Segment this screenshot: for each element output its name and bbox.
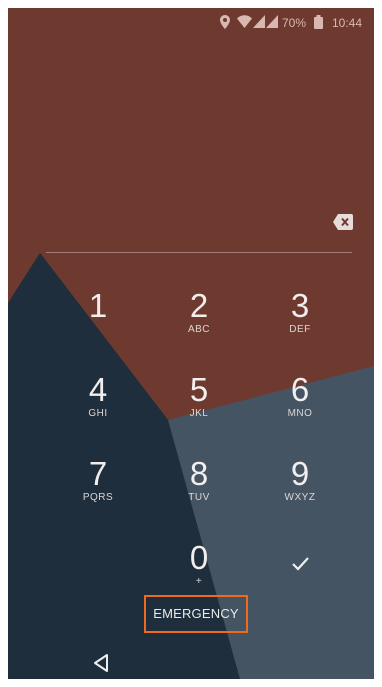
key-letters: WXYZ bbox=[284, 492, 316, 503]
key-4[interactable]: 4 GHI bbox=[48, 372, 148, 444]
key-digit: 9 bbox=[290, 455, 310, 492]
key-letters: TUV bbox=[188, 492, 210, 503]
pin-entry-underline[interactable] bbox=[46, 252, 352, 253]
cell-signal-icon bbox=[253, 15, 265, 31]
key-1[interactable]: 1 bbox=[48, 288, 148, 360]
key-7[interactable]: 7 PQRS bbox=[48, 456, 148, 528]
location-pin-icon bbox=[220, 15, 230, 31]
key-digit: 6 bbox=[290, 371, 310, 408]
key-letters: ABC bbox=[187, 324, 211, 335]
key-digit: 7 bbox=[88, 455, 108, 492]
key-8[interactable]: 8 TUV bbox=[149, 456, 249, 528]
key-digit: 2 bbox=[189, 287, 209, 324]
key-9[interactable]: 9 WXYZ bbox=[250, 456, 350, 528]
key-digit: 4 bbox=[88, 371, 108, 408]
key-digit: 0 bbox=[189, 539, 209, 576]
key-digit: 3 bbox=[290, 287, 310, 324]
emergency-button[interactable]: EMERGENCY bbox=[144, 595, 248, 633]
key-digit: 5 bbox=[189, 371, 209, 408]
wifi-icon bbox=[237, 15, 252, 31]
key-letters: GHI bbox=[88, 408, 108, 419]
key-6[interactable]: 6 MNO bbox=[250, 372, 350, 444]
battery-percent: 70% bbox=[282, 16, 307, 30]
key-letters: PQRS bbox=[82, 492, 114, 503]
key-letters: MNO bbox=[287, 408, 313, 419]
key-digit: 8 bbox=[189, 455, 209, 492]
key-3[interactable]: 3 DEF bbox=[250, 288, 350, 360]
battery-icon bbox=[314, 15, 323, 31]
key-2[interactable]: 2 ABC bbox=[149, 288, 249, 360]
status-bar: 70% 10:44 bbox=[8, 8, 374, 38]
cell-signal-icon-2 bbox=[266, 15, 278, 31]
key-5[interactable]: 5 JKL bbox=[149, 372, 249, 444]
back-triangle-icon[interactable] bbox=[92, 652, 112, 674]
key-digit: 1 bbox=[88, 287, 108, 324]
clock: 10:44 bbox=[332, 16, 363, 30]
key-letters: JKL bbox=[189, 408, 209, 419]
lock-screen: 70% 10:44 1 2 ABC 3 DEF 4 GHI 5 JKL 6 MN… bbox=[8, 8, 374, 679]
checkmark-icon bbox=[292, 557, 309, 571]
enter-button[interactable] bbox=[280, 543, 320, 583]
backspace-icon[interactable] bbox=[333, 214, 353, 230]
key-letters: DEF bbox=[289, 324, 311, 335]
key-letters: + bbox=[195, 576, 203, 587]
